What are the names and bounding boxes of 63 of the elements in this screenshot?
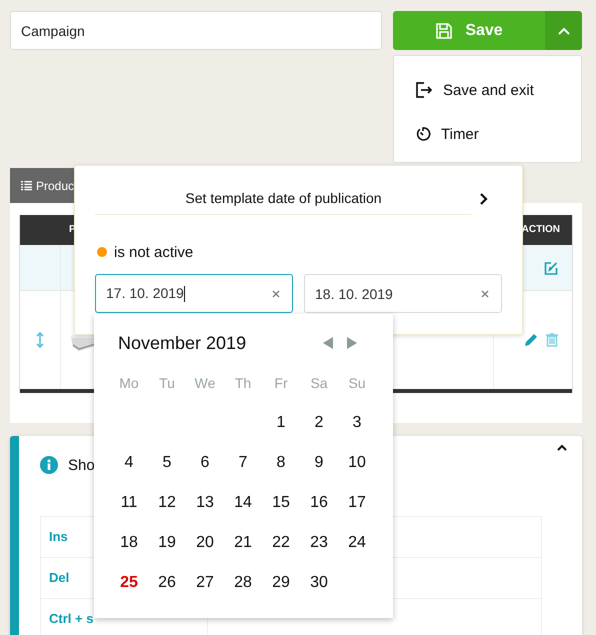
calendar-day[interactable]: 5 (148, 454, 186, 472)
column-header: ACTION (522, 224, 560, 235)
trash-icon[interactable] (546, 333, 558, 347)
weekday-label: Mo (118, 375, 140, 391)
calendar-day[interactable]: 24 (338, 534, 376, 552)
previous-month-icon[interactable] (323, 337, 333, 349)
calendar-day[interactable]: 4 (110, 454, 148, 472)
weekday-label: Su (347, 375, 367, 391)
calendar-day[interactable]: 25 (110, 574, 148, 592)
list-icon (21, 179, 32, 192)
calendar-day[interactable]: 23 (300, 534, 338, 552)
panel-title: Sho (68, 456, 95, 474)
menu-item[interactable]: Timer (394, 112, 581, 156)
weekday-label: Th (234, 375, 252, 391)
calendar-day[interactable]: 1 (262, 414, 300, 432)
next-icon[interactable] (479, 192, 489, 206)
next-month-icon[interactable] (347, 337, 357, 349)
caret-icon (556, 26, 570, 36)
weekday-label: Sa (309, 375, 329, 391)
weekday-label: Tu (158, 375, 176, 391)
date-field[interactable]: 17. 10. 2019 (95, 274, 293, 313)
info-icon (40, 456, 58, 474)
calendar-day[interactable]: 11 (110, 494, 148, 512)
status-label: is not active (114, 244, 194, 260)
calendar-day[interactable]: 18 (110, 534, 148, 552)
calendar-day[interactable]: 28 (224, 574, 262, 592)
menu-item[interactable]: Save and exit (394, 68, 581, 112)
edit-icon[interactable] (544, 260, 558, 274)
campaign-field[interactable]: Campaign (10, 11, 382, 50)
calendar-day[interactable]: 26 (148, 574, 186, 592)
calendar-day[interactable]: 21 (224, 534, 262, 552)
calendar-day[interactable]: 2 (300, 414, 338, 432)
weekday-label: Fr (273, 375, 289, 391)
popover-title: Set template date of publication (185, 190, 382, 206)
month-label: November 2019 (118, 332, 248, 354)
collapse-icon[interactable] (556, 444, 568, 452)
weekday-label: We (194, 375, 216, 391)
clear-icon[interactable] (272, 290, 280, 298)
dropdown-toggle[interactable] (545, 11, 582, 50)
calendar-day[interactable]: 12 (148, 494, 186, 512)
calendar-day[interactable]: 15 (262, 494, 300, 512)
calendar-day[interactable]: 7 (224, 454, 262, 472)
calendar-day[interactable]: 30 (300, 574, 338, 592)
pencil-icon[interactable] (524, 333, 538, 347)
calendar-day[interactable]: 13 (186, 494, 224, 512)
calendar-day[interactable]: 19 (148, 534, 186, 552)
calendar-day[interactable]: 16 (300, 494, 338, 512)
timer-icon (415, 126, 431, 142)
calendar-day[interactable]: 14 (224, 494, 262, 512)
exit-icon (415, 81, 433, 99)
calendar-day[interactable]: 8 (262, 454, 300, 472)
calendar-day[interactable]: 29 (262, 574, 300, 592)
calendar-day[interactable]: 22 (262, 534, 300, 552)
calendar-day[interactable]: 6 (186, 454, 224, 472)
products-tab[interactable]: Produc (10, 168, 74, 203)
calendar-day[interactable]: 10 (338, 454, 376, 472)
calendar-day[interactable]: 3 (338, 414, 376, 432)
calendar-day[interactable]: 9 (300, 454, 338, 472)
clear-icon[interactable] (481, 290, 489, 298)
drag-handle-icon[interactable] (36, 331, 44, 349)
date-field[interactable]: 18. 10. 2019 (304, 274, 502, 313)
save-icon (435, 22, 454, 40)
calendar-day[interactable]: 17 (338, 494, 376, 512)
